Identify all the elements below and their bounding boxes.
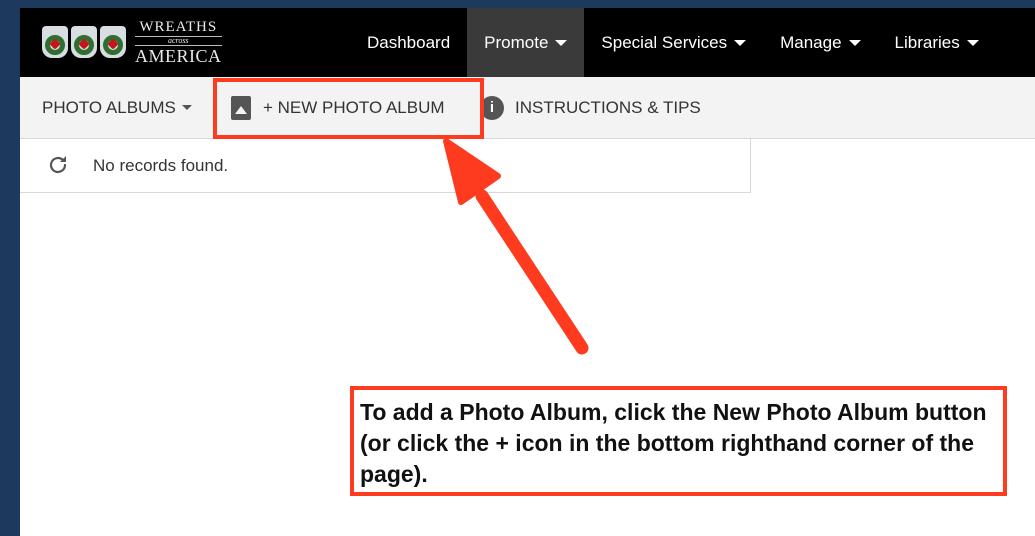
wreath-logo-icon [100, 26, 126, 58]
logo-line-2: across [135, 35, 222, 46]
caret-down-icon [734, 39, 747, 46]
photo-albums-dropdown[interactable]: PHOTO ALBUMS [42, 77, 192, 138]
nav-libraries[interactable]: Libraries [878, 8, 996, 77]
nav-dashboard-label: Dashboard [367, 32, 451, 52]
nav-manage[interactable]: Manage [763, 8, 877, 77]
app-window: WREATHS across AMERICA Dashboard Promote… [20, 8, 1035, 536]
wreaths-across-america-logo[interactable]: WREATHS across AMERICA [42, 18, 222, 66]
new-album-highlight [213, 78, 484, 139]
wreath-logo-icon [71, 26, 97, 58]
caret-down-icon [181, 105, 192, 110]
logo-text: WREATHS across AMERICA [135, 18, 222, 66]
top-navigation-bar: WREATHS across AMERICA Dashboard Promote… [20, 8, 1035, 77]
nav-manage-label: Manage [780, 32, 842, 52]
records-panel: No records found. [20, 139, 751, 193]
main-nav: Dashboard Promote Special Services Manag… [350, 8, 996, 77]
refresh-icon[interactable] [46, 153, 70, 177]
instructions-tips-label: INSTRUCTIONS & TIPS [515, 97, 701, 117]
nav-dashboard[interactable]: Dashboard [350, 8, 467, 77]
nav-promote-label: Promote [484, 32, 549, 52]
caret-down-icon [555, 39, 568, 46]
logo-line-3: AMERICA [135, 45, 222, 66]
instruction-callout: To add a Photo Album, click the New Phot… [350, 386, 1007, 496]
photo-albums-label: PHOTO ALBUMS [42, 97, 176, 117]
photo-albums-toolbar: PHOTO ALBUMS + NEW PHOTO ALBUM i INSTRUC… [20, 77, 1035, 139]
nav-special-services-label: Special Services [601, 32, 728, 52]
instructions-tips-button[interactable]: i INSTRUCTIONS & TIPS [480, 77, 701, 138]
no-records-message: No records found. [93, 155, 229, 175]
caret-down-icon [848, 39, 861, 46]
nav-promote[interactable]: Promote [467, 8, 585, 77]
caret-down-icon [966, 39, 979, 46]
wreath-logo-icon [42, 26, 68, 58]
nav-special-services[interactable]: Special Services [584, 8, 763, 77]
nav-libraries-label: Libraries [894, 32, 960, 52]
logo-line-1: WREATHS [139, 18, 218, 35]
